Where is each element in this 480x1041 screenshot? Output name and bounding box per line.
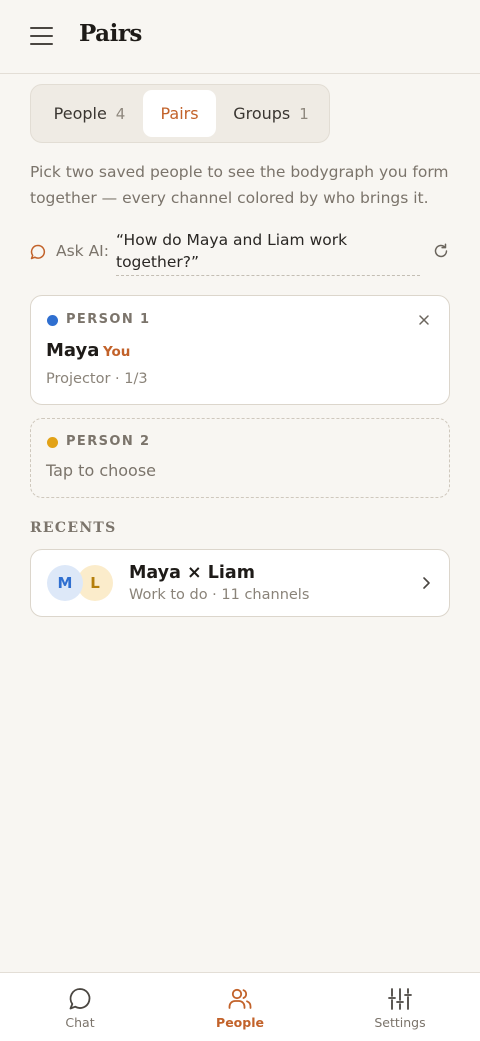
nav-chat-label: Chat bbox=[65, 1015, 95, 1030]
recents-heading: RECENTS bbox=[30, 520, 117, 536]
tab-pairs[interactable]: Pairs bbox=[143, 90, 216, 137]
ask-ai-label: Ask AI: bbox=[56, 242, 109, 260]
nav-settings[interactable]: Settings bbox=[320, 973, 480, 1041]
sliders-icon bbox=[388, 988, 412, 1010]
tab-people[interactable]: People 4 bbox=[37, 90, 142, 137]
tab-groups-label: Groups bbox=[233, 104, 291, 123]
person-2-dot bbox=[47, 437, 58, 448]
ask-ai-row: Ask AI: “How do Maya and Liam work toget… bbox=[30, 228, 452, 278]
nav-chat[interactable]: Chat bbox=[0, 973, 160, 1041]
page-title: Pairs bbox=[79, 20, 142, 47]
person-1-meta: Projector · 1/3 bbox=[46, 371, 148, 387]
close-icon[interactable] bbox=[417, 313, 431, 327]
person-2-label: PERSON 2 bbox=[66, 434, 151, 449]
segmented-tabs: People 4 Pairs Groups 1 bbox=[30, 84, 330, 143]
person-1-dot bbox=[47, 315, 58, 326]
person-2-placeholder: Tap to choose bbox=[46, 461, 157, 480]
person-1-label: PERSON 1 bbox=[66, 312, 151, 327]
tab-pairs-label: Pairs bbox=[160, 104, 199, 123]
tab-groups-count: 1 bbox=[299, 104, 309, 123]
recent-pair-subtitle: Work to do · 11 channels bbox=[129, 587, 310, 603]
person-1-name: Maya bbox=[46, 340, 100, 361]
avatar: M bbox=[47, 565, 83, 601]
person-2-card[interactable]: PERSON 2 Tap to choose bbox=[30, 418, 450, 498]
hamburger-menu-icon[interactable] bbox=[30, 27, 53, 46]
nav-people[interactable]: People bbox=[160, 973, 320, 1041]
tab-people-label: People bbox=[53, 104, 107, 123]
chat-icon bbox=[69, 988, 91, 1010]
person-1-card[interactable]: PERSON 1 Maya You Projector · 1/3 bbox=[30, 295, 450, 405]
you-badge: You bbox=[103, 344, 131, 360]
refresh-icon[interactable] bbox=[432, 242, 450, 260]
tab-groups[interactable]: Groups 1 bbox=[221, 90, 321, 137]
recent-pair-row[interactable]: M L Maya × Liam Work to do · 11 channels bbox=[30, 549, 450, 617]
chevron-right-icon bbox=[423, 577, 430, 589]
recent-pair-title: Maya × Liam bbox=[129, 563, 255, 583]
bottom-nav: Chat People Settings bbox=[0, 972, 480, 1041]
people-icon bbox=[228, 988, 252, 1009]
app-header: Pairs bbox=[0, 0, 480, 74]
chat-bubble-icon bbox=[30, 244, 46, 260]
ask-ai-question[interactable]: “How do Maya and Liam work together?” bbox=[116, 229, 420, 276]
nav-people-label: People bbox=[216, 1015, 264, 1030]
nav-settings-label: Settings bbox=[374, 1015, 426, 1030]
intro-text: Pick two saved people to see the bodygra… bbox=[30, 163, 449, 207]
tab-people-count: 4 bbox=[115, 104, 126, 123]
